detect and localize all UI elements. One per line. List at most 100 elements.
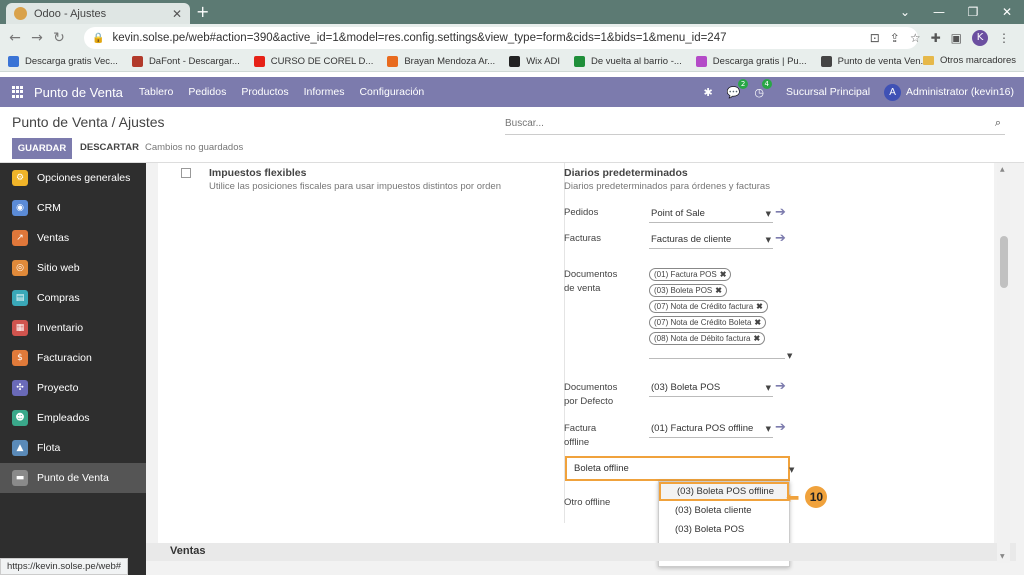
flexible-taxes-checkbox[interactable]: [181, 168, 191, 178]
sidebar-item-ventas[interactable]: ↗ Ventas: [0, 223, 146, 253]
sidebar-item-proyecto[interactable]: ✣ Proyecto: [0, 373, 146, 403]
other-bookmarks[interactable]: Otros marcadores: [922, 55, 1016, 66]
bookmark-item[interactable]: CURSO DE COREL D...: [253, 56, 373, 67]
sidebar-item-facturacion[interactable]: $ Facturacion: [0, 343, 146, 373]
save-button[interactable]: GUARDAR: [12, 138, 72, 159]
documentos-defecto-external-link-icon[interactable]: ➔: [775, 379, 786, 394]
dropdown-option[interactable]: (03) Boleta POS: [659, 520, 789, 539]
bookmark-star-icon[interactable]: ☆: [910, 31, 921, 45]
default-journals-description: Diarios predeterminados para órdenes y f…: [564, 181, 770, 192]
dropdown-option-selected[interactable]: (03) Boleta POS offline: [659, 482, 789, 501]
sidebar-item-sitio-web[interactable]: ◎ Sitio web: [0, 253, 146, 283]
sidebar-item-crm[interactable]: ◉ CRM: [0, 193, 146, 223]
search-input[interactable]: [505, 113, 975, 133]
scroll-down-icon[interactable]: ▼: [1000, 553, 1005, 560]
new-tab-button[interactable]: +: [196, 2, 209, 21]
menu-informes[interactable]: Informes: [304, 86, 345, 98]
bookmark-icon: [820, 56, 832, 67]
sidebar-item-punto-de-venta[interactable]: ▬ Punto de Venta: [0, 463, 146, 493]
url-text[interactable]: kevin.solse.pe/web#action=390&active_id=…: [112, 32, 726, 44]
bug-icon[interactable]: ✱: [703, 86, 712, 99]
app-name[interactable]: Punto de Venta: [34, 85, 123, 100]
tag-nota-credito-factura[interactable]: (07) Nota de Crédito factura ✖: [649, 300, 768, 313]
side-panel-icon[interactable]: ▣: [951, 31, 962, 45]
facturas-external-link-icon[interactable]: ➔: [775, 231, 786, 246]
pedidos-select[interactable]: Point of Sale ▼: [649, 207, 773, 223]
menu-tablero[interactable]: Tablero: [139, 86, 173, 98]
tag-boleta-pos[interactable]: (03) Boleta POS ✖: [649, 284, 727, 297]
pedidos-external-link-icon[interactable]: ➔: [775, 205, 786, 220]
activity-icon[interactable]: ◷ 4: [754, 78, 772, 99]
restore-button[interactable]: ❐: [956, 0, 990, 24]
user-name: Administrator (kevin16): [906, 85, 1014, 98]
bookmark-icon: [509, 56, 521, 67]
browser-tab[interactable]: Odoo - Ajustes ✕: [6, 3, 190, 24]
sidebar-item-flota[interactable]: ▲ Flota: [0, 433, 146, 463]
search-box: ⌕: [505, 113, 1005, 135]
forward-icon[interactable]: →: [26, 30, 48, 46]
menu-configuracion[interactable]: Configuración: [359, 86, 424, 98]
settings-main: Impuestos flexibles Utilice las posicion…: [146, 163, 1024, 575]
tag-remove-icon[interactable]: ✖: [715, 286, 722, 295]
flexible-taxes-title: Impuestos flexibles: [209, 167, 307, 179]
tag-remove-icon[interactable]: ✖: [756, 302, 763, 311]
close-window-button[interactable]: ✕: [990, 0, 1024, 24]
menu-productos[interactable]: Productos: [241, 86, 288, 98]
tag-factura-pos[interactable]: (01) Factura POS ✖: [649, 268, 732, 281]
fleet-car-icon: ▲: [12, 440, 28, 456]
bookmark-item[interactable]: Descarga gratis | Pu...: [695, 56, 807, 67]
tab-close-icon[interactable]: ✕: [172, 7, 182, 21]
profile-avatar[interactable]: K: [972, 30, 988, 46]
factura-offline-external-link-icon[interactable]: ➔: [775, 420, 786, 435]
sidebar-item-empleados[interactable]: ☻ Empleados: [0, 403, 146, 433]
minimize-button[interactable]: —: [922, 0, 956, 24]
back-icon[interactable]: ←: [4, 30, 26, 46]
scrollbar-thumb[interactable]: [1000, 236, 1008, 288]
control-panel: Punto de Venta / Ajustes ⌕ GUARDAR DESCA…: [0, 107, 1024, 163]
discard-button[interactable]: DESCARTAR: [80, 142, 139, 153]
translate-icon[interactable]: ⊡: [870, 31, 880, 45]
bookmark-item[interactable]: Wix ADI: [509, 56, 560, 67]
status-url: https://kevin.solse.pe/web#: [0, 558, 129, 575]
bookmark-icon: [695, 56, 707, 67]
bookmark-item[interactable]: Brayan Mendoza Ar...: [387, 56, 495, 67]
tag-remove-icon[interactable]: ✖: [754, 334, 761, 343]
bookmark-icon: [8, 56, 19, 67]
tag-remove-icon[interactable]: ✖: [754, 318, 761, 327]
lock-icon[interactable]: 🔒: [92, 33, 104, 44]
boleta-offline-field[interactable]: Boleta offline: [565, 456, 790, 481]
tag-remove-icon[interactable]: ✖: [720, 270, 727, 279]
main-scrollbar[interactable]: ▲ ▼: [997, 163, 1010, 563]
search-icon[interactable]: ⌕: [995, 116, 1001, 130]
bookmark-item[interactable]: De vuelta al barrio -...: [573, 56, 682, 67]
sidebar-item-opciones-generales[interactable]: ⚙ Opciones generales: [0, 163, 146, 193]
tag-nota-debito-factura[interactable]: (08) Nota de Débito factura ✖: [649, 332, 766, 345]
facturas-select[interactable]: Facturas de cliente ▼: [649, 233, 773, 249]
bookmark-item[interactable]: DaFont - Descargar...: [131, 56, 240, 67]
user-menu[interactable]: A Administrator (kevin16): [884, 83, 1014, 101]
app-grid-icon[interactable]: [12, 86, 24, 98]
step-callout: ⬅ 10: [786, 486, 828, 508]
extensions-icon[interactable]: ✚: [931, 31, 941, 45]
reload-icon[interactable]: ↻: [48, 30, 70, 46]
bookmark-item[interactable]: Punto de venta Ven...: [820, 56, 928, 67]
share-icon[interactable]: ⇪: [890, 31, 900, 45]
documentos-defecto-select[interactable]: (03) Boleta POS ▼: [649, 381, 773, 397]
tag-nota-credito-boleta[interactable]: (07) Nota de Crédito Boleta ✖: [649, 316, 767, 329]
company-switcher[interactable]: Sucursal Principal: [786, 86, 870, 98]
chat-icon[interactable]: 💬 2: [727, 78, 749, 99]
bookmark-item[interactable]: Descarga gratis Vec...: [8, 56, 118, 67]
documentos-venta-tags[interactable]: (01) Factura POS ✖ (03) Boleta POS ✖ (07) …: [649, 268, 785, 348]
caret-down-icon[interactable]: ▼: [787, 352, 792, 360]
scroll-up-icon[interactable]: ▲: [1000, 166, 1005, 173]
caret-down-icon[interactable]: ▼: [789, 466, 794, 474]
sidebar-item-inventario[interactable]: ▦ Inventario: [0, 313, 146, 343]
menu-pedidos[interactable]: Pedidos: [188, 86, 226, 98]
tab-search-icon[interactable]: ⌄: [888, 0, 922, 24]
dropdown-option[interactable]: (03) Boleta cliente: [659, 501, 789, 520]
sidebar-item-compras[interactable]: ▤ Compras: [0, 283, 146, 313]
factura-offline-select[interactable]: (01) Factura POS offline ▼: [649, 422, 773, 438]
url-bar[interactable]: 🔒 kevin.solse.pe/web#action=390&active_i…: [84, 27, 918, 49]
navbar-systray: ✱ 💬 2 ◷ 4 Sucursal Principal A Administrato…: [703, 77, 1014, 107]
browser-menu-icon[interactable]: ⋮: [998, 31, 1010, 45]
